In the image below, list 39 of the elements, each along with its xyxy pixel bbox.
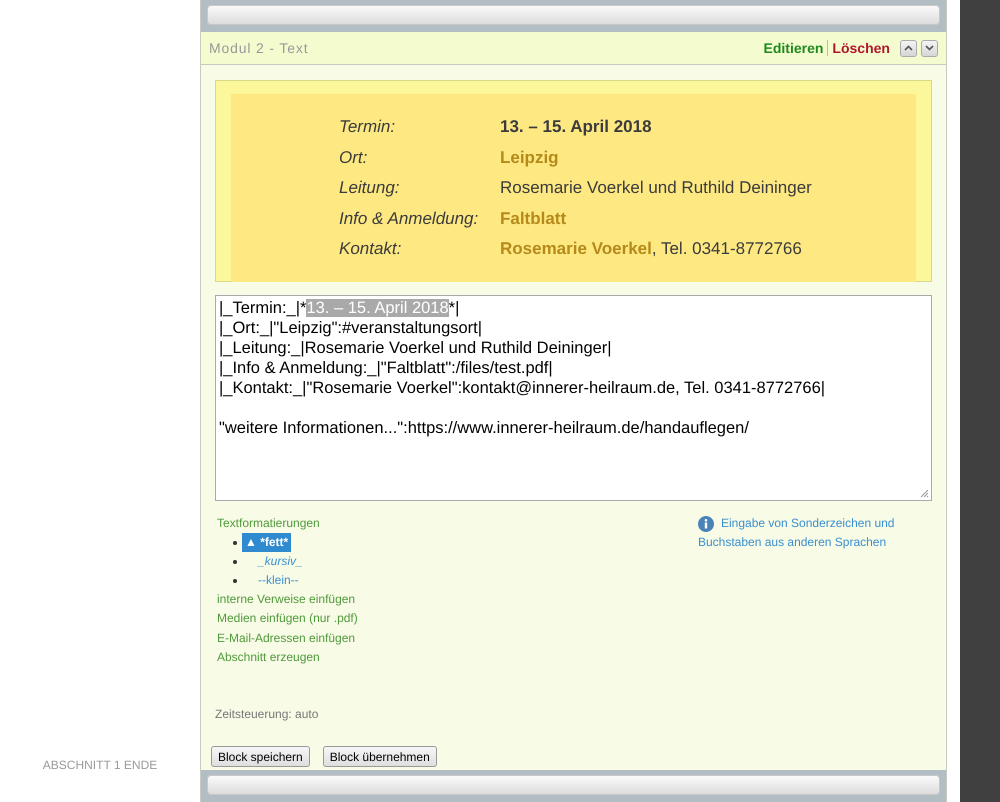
editor-line: |_Leitung:_|Rosemarie Voerkel und Ruthild Deininger| bbox=[219, 338, 613, 358]
block-button[interactable]: Block speichern bbox=[211, 746, 310, 767]
preview-value: Leipzig bbox=[500, 146, 560, 169]
preview-label: Kontakt: bbox=[339, 238, 402, 260]
editor-line: |_Kontakt:_|"Rosemarie Voerkel":kontakt@innerer-heilraum.de, Tel. 0341-8772766| bbox=[219, 378, 826, 398]
preview-label: Info & Anmeldung: bbox=[339, 208, 480, 230]
preview-value: Faltblatt bbox=[500, 208, 568, 230]
preview-value: 13. – 15. April 2018 bbox=[500, 116, 653, 138]
resize-handle-icon[interactable] bbox=[920, 489, 929, 498]
preview-label: Termin: bbox=[339, 116, 396, 138]
preview-label: Ort: bbox=[339, 146, 368, 168]
chevron-down-icon bbox=[925, 45, 934, 51]
text-editor[interactable] bbox=[215, 295, 932, 501]
editor-line: |_Termin:_|*13. – 15. April 2018*| bbox=[219, 298, 460, 318]
format-option[interactable]: _kursiv_ bbox=[242, 552, 303, 571]
edit-link[interactable]: Editieren bbox=[764, 38, 824, 58]
editor-line: |_Info & Anmeldung:_|"Faltblatt":/files/test.pdf| bbox=[219, 358, 554, 378]
help-link[interactable]: Medien einfügen (nur .pdf) bbox=[217, 609, 698, 629]
help-heading[interactable]: Textformatierungen bbox=[217, 514, 698, 533]
module-title: Modul 2 - Text bbox=[209, 38, 310, 58]
block-button[interactable]: Block übernehmen bbox=[322, 746, 437, 767]
chevron-up-icon bbox=[904, 45, 913, 51]
timing-label: Zeitsteuerung: auto bbox=[215, 706, 320, 723]
preview-value: Rosemarie Voerkel, Tel. 0341-8772766 bbox=[500, 238, 803, 260]
editor-line: "weitere Informationen...":https://www.innerer-heilraum.de/handauflegen/ bbox=[219, 418, 750, 438]
format-option[interactable]: ▲ *fett* bbox=[242, 533, 292, 552]
delete-link[interactable]: Löschen bbox=[832, 38, 890, 58]
help-link[interactable]: interne Verweise einfügen bbox=[217, 590, 698, 610]
format-option[interactable]: --klein-- bbox=[242, 571, 299, 590]
move-down-button[interactable] bbox=[921, 40, 938, 56]
section-end-label: ABSCHNITT 1 ENDE bbox=[42, 757, 158, 774]
move-up-button[interactable] bbox=[900, 40, 917, 56]
info-icon bbox=[698, 516, 714, 532]
special-characters-link[interactable]: Eingabe von Sonderzeichen und Buchstaben aus anderen Sprachen bbox=[698, 514, 918, 552]
help-link[interactable]: E-Mail-Adressen einfügen bbox=[217, 628, 698, 648]
help-link[interactable]: Abschnitt erzeugen bbox=[217, 648, 698, 668]
preview-label: Leitung: bbox=[339, 177, 400, 199]
preview-value: Rosemarie Voerkel und Ruthild Deininger bbox=[500, 177, 813, 199]
editor-line: |_Ort:_|"Leipzig":#veranstaltungsort| bbox=[219, 318, 484, 338]
